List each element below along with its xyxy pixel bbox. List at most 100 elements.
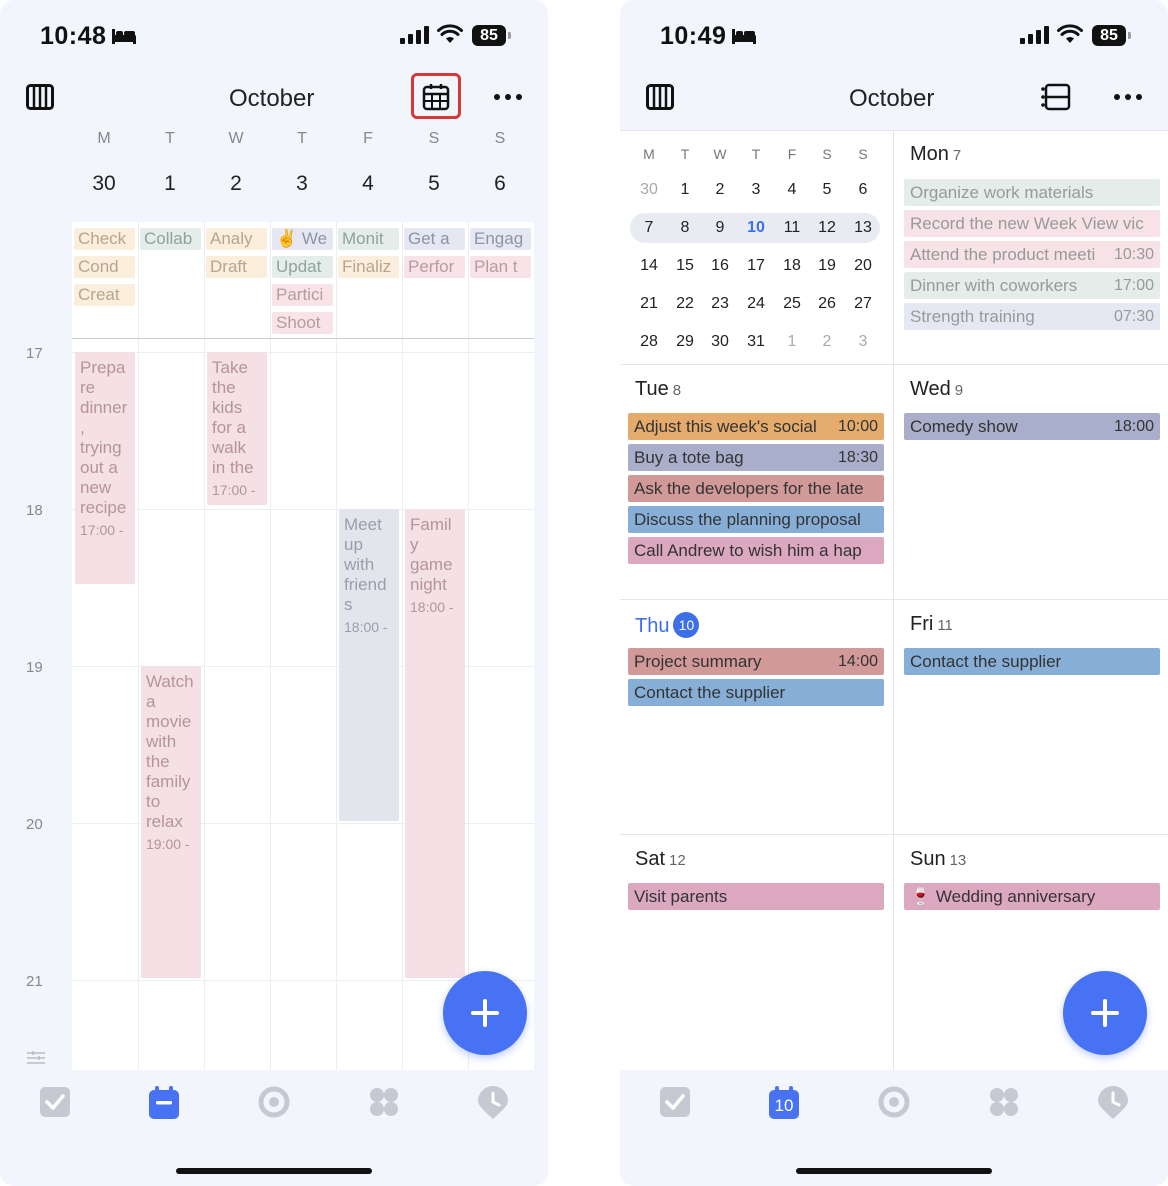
mini-day[interactable]: 5 bbox=[809, 181, 845, 199]
all-day-chip[interactable]: Perfor bbox=[404, 256, 465, 278]
mini-day[interactable]: 2 bbox=[702, 181, 738, 199]
day-header-wed[interactable]: Wed 9 bbox=[910, 378, 963, 401]
all-day-chip[interactable]: Cond bbox=[74, 256, 135, 278]
event-bar[interactable]: Project summary 14:00 bbox=[628, 648, 884, 675]
mini-day[interactable]: 27 bbox=[845, 295, 881, 313]
date-number[interactable]: 6 bbox=[480, 172, 520, 196]
calendar-tab-icon[interactable] bbox=[148, 1086, 180, 1120]
mini-day[interactable]: 11 bbox=[774, 219, 810, 237]
mini-day[interactable]: 20 bbox=[845, 257, 881, 275]
mini-day[interactable]: 24 bbox=[738, 295, 774, 313]
date-number[interactable]: 5 bbox=[414, 172, 454, 196]
countdown-tab-icon[interactable] bbox=[1097, 1086, 1129, 1120]
mini-day[interactable]: 21 bbox=[631, 295, 667, 313]
mini-day[interactable]: 9 bbox=[702, 219, 738, 237]
all-day-chip[interactable]: Check bbox=[74, 228, 135, 250]
all-day-chip[interactable]: Updat bbox=[272, 256, 333, 278]
all-day-chip[interactable]: Shoot bbox=[272, 312, 333, 334]
mini-day[interactable]: 23 bbox=[702, 295, 738, 313]
habits-tab-icon[interactable] bbox=[368, 1086, 400, 1118]
list-layout-icon[interactable] bbox=[1041, 83, 1071, 111]
day-header-sun[interactable]: Sun 13 bbox=[910, 848, 966, 871]
all-day-chip[interactable]: ✌️ We bbox=[272, 228, 333, 250]
mini-day[interactable]: 16 bbox=[702, 257, 738, 275]
all-day-chip[interactable]: Plan t bbox=[470, 256, 531, 278]
all-day-chip[interactable]: Creat bbox=[74, 284, 135, 306]
mini-day[interactable]: 29 bbox=[667, 333, 703, 351]
event-block[interactable]: Prepare dinner, trying out a new recipe … bbox=[75, 352, 135, 584]
all-day-chip[interactable]: Engag bbox=[470, 228, 531, 250]
event-bar[interactable]: Visit parents bbox=[628, 883, 884, 910]
mini-day-today[interactable]: 10 bbox=[738, 219, 774, 237]
event-bar[interactable]: Contact the supplier bbox=[904, 648, 1160, 675]
event-block[interactable]: Family game night 18:00 - bbox=[405, 509, 465, 978]
event-block[interactable]: Take the kids for a walk in the 17:00 - bbox=[207, 352, 267, 505]
all-day-chip[interactable]: Analy bbox=[206, 228, 267, 250]
event-bar[interactable]: Ask the developers for the late bbox=[628, 475, 884, 502]
day-header-mon[interactable]: Mon 7 bbox=[910, 143, 961, 166]
mini-day[interactable]: 13 bbox=[845, 219, 881, 237]
date-number[interactable]: 3 bbox=[282, 172, 322, 196]
mini-day[interactable]: 8 bbox=[667, 219, 703, 237]
view-switch-columns-icon[interactable] bbox=[646, 84, 674, 110]
all-day-chip[interactable]: Collab bbox=[140, 228, 201, 250]
focus-tab-icon[interactable] bbox=[878, 1086, 910, 1118]
event-bar[interactable]: Call Andrew to wish him a hap bbox=[628, 537, 884, 564]
mini-day[interactable]: 3 bbox=[738, 181, 774, 199]
mini-day[interactable]: 2 bbox=[809, 333, 845, 351]
mini-day[interactable]: 31 bbox=[738, 333, 774, 351]
mini-day[interactable]: 30 bbox=[631, 181, 667, 199]
mini-day[interactable]: 14 bbox=[631, 257, 667, 275]
date-number[interactable]: 1 bbox=[150, 172, 190, 196]
focus-tab-icon[interactable] bbox=[258, 1086, 290, 1118]
mini-day[interactable]: 15 bbox=[667, 257, 703, 275]
event-block[interactable]: Watch a movie with the family to relax 1… bbox=[141, 666, 201, 978]
mini-day[interactable]: 7 bbox=[631, 219, 667, 237]
all-day-chip[interactable]: Get a bbox=[404, 228, 465, 250]
more-options-icon[interactable] bbox=[1113, 93, 1143, 101]
event-bar[interactable]: 🍷 Wedding anniversary bbox=[904, 883, 1160, 910]
date-number[interactable]: 2 bbox=[216, 172, 256, 196]
event-bar[interactable]: Discuss the planning proposal bbox=[628, 506, 884, 533]
collapse-handle-icon[interactable] bbox=[27, 1051, 45, 1065]
day-header-tue[interactable]: Tue 8 bbox=[635, 378, 681, 401]
event-bar[interactable]: Organize work materials bbox=[904, 179, 1160, 206]
add-event-button[interactable] bbox=[443, 971, 527, 1055]
day-header-fri[interactable]: Fri 11 bbox=[910, 613, 953, 636]
event-bar[interactable]: Adjust this week's social 10:00 bbox=[628, 413, 884, 440]
mini-day[interactable]: 25 bbox=[774, 295, 810, 313]
event-bar[interactable]: Dinner with coworkers 17:00 bbox=[904, 272, 1160, 299]
mini-day[interactable]: 4 bbox=[774, 181, 810, 199]
event-bar[interactable]: Contact the supplier bbox=[628, 679, 884, 706]
add-event-button[interactable] bbox=[1063, 971, 1147, 1055]
mini-day[interactable]: 6 bbox=[845, 181, 881, 199]
event-bar[interactable]: Record the new Week View vic bbox=[904, 210, 1160, 237]
mini-day[interactable]: 26 bbox=[809, 295, 845, 313]
event-bar[interactable]: Strength training 07:30 bbox=[904, 303, 1160, 330]
more-options-icon[interactable] bbox=[493, 93, 523, 101]
day-header-sat[interactable]: Sat 12 bbox=[635, 848, 686, 871]
calendar-tab-icon[interactable]: 10 bbox=[768, 1086, 800, 1120]
date-number[interactable]: 30 bbox=[84, 172, 124, 196]
habits-tab-icon[interactable] bbox=[988, 1086, 1020, 1118]
mini-day[interactable]: 12 bbox=[809, 219, 845, 237]
all-day-chip[interactable]: Draft bbox=[206, 256, 267, 278]
all-day-chip[interactable]: Finaliz bbox=[338, 256, 399, 278]
mini-day[interactable]: 19 bbox=[809, 257, 845, 275]
tasks-tab-icon[interactable] bbox=[39, 1086, 71, 1118]
event-block[interactable]: Meet up with friends 18:00 - bbox=[339, 509, 399, 821]
view-switch-columns-icon[interactable] bbox=[26, 84, 54, 110]
date-number[interactable]: 4 bbox=[348, 172, 388, 196]
all-day-chip[interactable]: Partici bbox=[272, 284, 333, 306]
mini-day[interactable]: 28 bbox=[631, 333, 667, 351]
mini-day[interactable]: 30 bbox=[702, 333, 738, 351]
mini-day[interactable]: 3 bbox=[845, 333, 881, 351]
mini-day[interactable]: 17 bbox=[738, 257, 774, 275]
tasks-tab-icon[interactable] bbox=[659, 1086, 691, 1118]
mini-day[interactable]: 18 bbox=[774, 257, 810, 275]
event-bar[interactable]: Attend the product meeti 10:30 bbox=[904, 241, 1160, 268]
mini-day[interactable]: 22 bbox=[667, 295, 703, 313]
mini-day[interactable]: 1 bbox=[774, 333, 810, 351]
day-header-thu-today[interactable]: Thu 10 bbox=[635, 612, 700, 638]
event-bar[interactable]: Comedy show 18:00 bbox=[904, 413, 1160, 440]
